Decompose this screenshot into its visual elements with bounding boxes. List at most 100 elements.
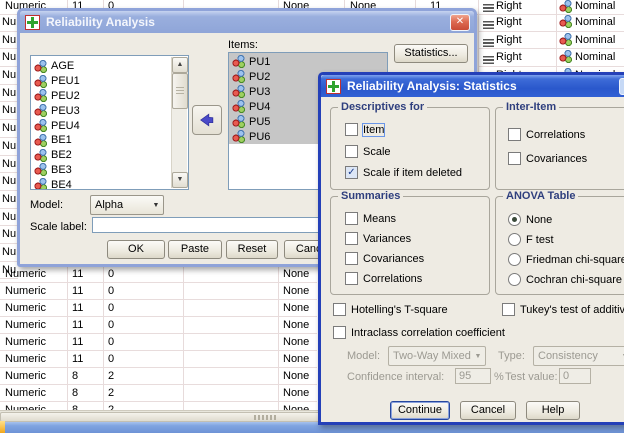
icc-type-value: Consistency <box>538 350 598 362</box>
checkbox-sum-correlations[interactable]: Correlations <box>345 272 422 285</box>
scrollbar-grip-icon <box>254 415 276 420</box>
paste-button[interactable]: Paste <box>168 240 222 259</box>
ok-button[interactable]: OK <box>107 240 165 259</box>
cell-type-clipped: Nu <box>2 51 17 64</box>
table-row[interactable]: Nu <box>0 156 18 174</box>
item-list-item[interactable]: PU1 <box>229 54 387 69</box>
cell-type: Numeric <box>5 268 46 280</box>
cancel-button[interactable]: Cancel <box>460 401 516 420</box>
table-row[interactable]: Right Nominal <box>478 32 624 49</box>
table-row[interactable]: Nu <box>0 209 18 227</box>
radio-none[interactable]: None <box>508 213 552 226</box>
table-row[interactable]: Nu <box>0 120 18 138</box>
nominal-measure-icon <box>34 163 48 177</box>
nominal-measure-icon <box>34 148 48 162</box>
scrollbar-thumb[interactable] <box>172 73 188 109</box>
table-row[interactable]: Numeric 11 0 None <box>0 317 317 334</box>
cell-type-clipped: Nu <box>2 104 17 117</box>
dialog-title-bar[interactable]: Reliability Analysis <box>20 11 474 33</box>
cell-values: None <box>283 285 310 297</box>
variable-list-item[interactable]: BE1 <box>31 133 188 148</box>
nominal-measure-icon <box>34 74 48 88</box>
close-button[interactable] <box>619 78 624 95</box>
checkbox-scale[interactable]: Scale <box>345 145 391 158</box>
cell-type-clipped: Nu <box>2 228 17 241</box>
reset-button[interactable]: Reset <box>226 240 278 259</box>
checkbox-item-descriptives[interactable]: Item <box>345 122 386 137</box>
scroll-up-button[interactable]: ▲ <box>172 57 188 73</box>
table-row[interactable]: Nu <box>0 226 18 244</box>
table-row[interactable]: Nu <box>0 102 18 121</box>
table-row[interactable]: Nu <box>0 244 18 262</box>
chevron-down-icon: ▼ <box>152 201 160 209</box>
checkbox-tukey[interactable]: Tukey's test of additivity <box>502 303 624 316</box>
variable-list-item[interactable]: AGE <box>31 59 188 74</box>
checkbox-hotelling[interactable]: Hotelling's T-square <box>333 303 448 316</box>
checkbox-icon <box>345 145 358 158</box>
model-combobox[interactable]: Alpha ▼ <box>90 195 164 215</box>
table-row[interactable]: Nu <box>0 138 18 156</box>
variable-list-item[interactable]: BE4 <box>31 177 188 189</box>
cell-decimals: 0 <box>108 268 115 280</box>
variable-list-item[interactable]: PEU1 <box>31 74 188 89</box>
cell-type-clipped: Nu <box>2 122 17 135</box>
group-title: Summaries <box>338 190 404 202</box>
transfer-arrow-button[interactable] <box>192 105 222 135</box>
table-row[interactable]: Nu <box>0 191 18 209</box>
checkbox-icon <box>333 303 346 316</box>
table-row[interactable]: Numeric 11 0 None <box>0 283 317 300</box>
table-row[interactable]: Numeric 8 2 None <box>0 368 317 385</box>
table-row[interactable]: Nu <box>0 14 18 32</box>
checkbox-covariances[interactable]: Covariances <box>508 152 587 165</box>
table-row[interactable]: Nu <box>0 67 18 85</box>
table-row[interactable]: Numeric 11 0 None <box>0 300 317 317</box>
radio-cochran[interactable]: Cochran chi-square <box>508 273 622 286</box>
vertical-scrollbar[interactable]: ▲ ▼ <box>171 57 188 188</box>
table-row[interactable]: Numeric 8 2 None <box>0 385 317 402</box>
variable-list-item[interactable]: PEU4 <box>31 118 188 133</box>
radio-friedman[interactable]: Friedman chi-square <box>508 253 624 266</box>
statistics-button[interactable]: Statistics... <box>394 44 468 63</box>
checkbox-sum-covariances[interactable]: Covariances <box>345 252 424 265</box>
checkbox-variances[interactable]: Variances <box>345 232 411 245</box>
cell-measure: Nominal <box>575 16 616 28</box>
variable-list-item[interactable]: PEU3 <box>31 103 188 118</box>
taskbar-edge <box>0 421 5 433</box>
table-row[interactable]: Nu <box>0 173 18 191</box>
checkbox-scale-if-item-deleted[interactable]: ✓ Scale if item deleted <box>345 166 462 179</box>
variables-list[interactable]: AGE PEU1 PEU2 PEU3 PEU4 BE1 BE2 BE3 BE4 … <box>30 55 189 190</box>
variable-list-item[interactable]: BE3 <box>31 163 188 178</box>
table-row[interactable]: Numeric 11 0 None <box>0 351 317 368</box>
nominal-measure-icon <box>34 59 48 73</box>
table-row[interactable]: Numeric 11 0 None <box>0 334 317 351</box>
table-row[interactable]: Numeric 11 0 None <box>0 266 317 283</box>
cell-type-clipped: Nu <box>2 69 17 82</box>
cell-type-clipped: Nu <box>2 175 17 188</box>
table-row[interactable]: Right Nominal <box>478 14 624 32</box>
horizontal-scrollbar[interactable] <box>0 410 320 422</box>
close-button[interactable]: ✕ <box>450 14 470 31</box>
checkbox-means[interactable]: Means <box>345 212 396 225</box>
variable-list-item[interactable]: BE2 <box>31 148 188 163</box>
dialog-title: Reliability Analysis: Statistics <box>347 79 517 93</box>
dialog-title-bar[interactable]: Reliability Analysis: Statistics <box>321 75 624 97</box>
cell-values: None <box>283 370 310 382</box>
continue-button[interactable]: Continue <box>390 401 450 420</box>
checkbox-correlations[interactable]: Correlations <box>508 128 585 141</box>
table-row[interactable]: Nu <box>0 49 18 68</box>
radio-f-test[interactable]: F test <box>508 233 554 246</box>
scrollbar-thumb[interactable] <box>0 412 320 422</box>
nominal-measure-icon <box>34 178 48 189</box>
table-row[interactable]: Nu <box>0 85 18 103</box>
cell-decimals: 0 <box>108 302 115 314</box>
variable-name: PEU1 <box>51 75 80 88</box>
checkbox-intraclass[interactable]: Intraclass correlation coefficient <box>333 326 505 339</box>
table-row[interactable]: Nu <box>0 32 18 50</box>
help-button[interactable]: Help <box>526 401 580 420</box>
variable-list-item[interactable]: PEU2 <box>31 89 188 104</box>
scroll-down-button[interactable]: ▼ <box>172 172 188 188</box>
close-icon: ✕ <box>455 16 465 27</box>
dialog-title: Reliability Analysis <box>46 15 155 29</box>
table-row[interactable]: Right Nominal <box>478 49 624 67</box>
group-title: Descriptives for <box>338 101 428 113</box>
